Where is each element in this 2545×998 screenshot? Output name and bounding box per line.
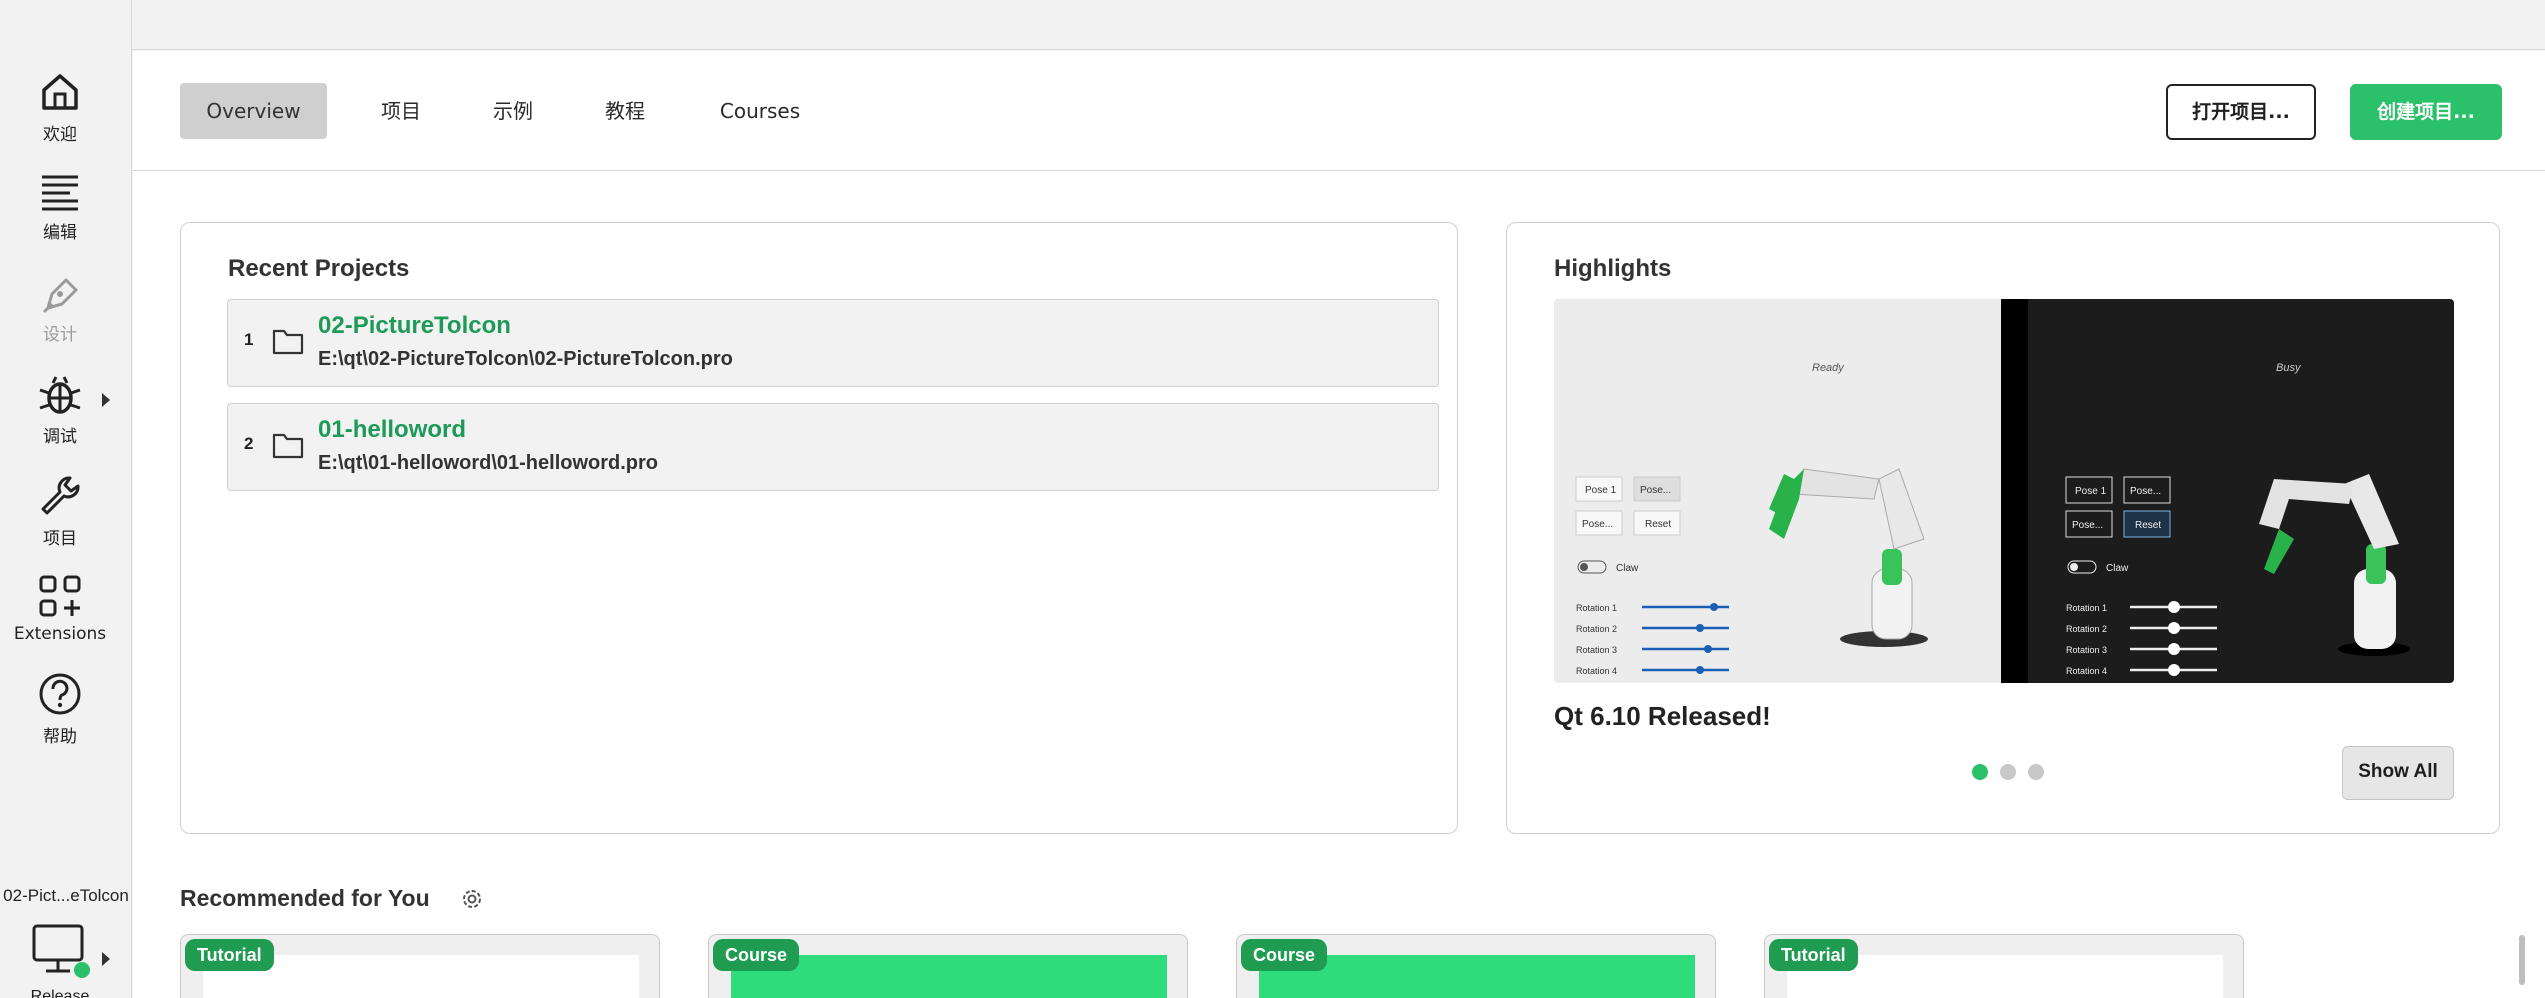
carousel-dot[interactable]	[1972, 764, 1988, 780]
svg-text:Rotation 1: Rotation 1	[2066, 603, 2107, 613]
svg-text:Pose...: Pose...	[2072, 520, 2103, 531]
run-config-label: Release	[30, 988, 90, 998]
sidebar-item-help[interactable]: 帮助	[0, 672, 120, 762]
edit-lines-icon	[42, 175, 78, 211]
highlights-title: Highlights	[1554, 255, 1672, 282]
sidebar-label: 项目	[43, 529, 77, 549]
tab-courses[interactable]: Courses	[705, 83, 815, 139]
sidebar-item-design[interactable]: 设计	[0, 274, 120, 364]
show-all-button[interactable]: Show All	[2342, 746, 2454, 800]
open-project-button[interactable]: 打开项目...	[2166, 84, 2316, 140]
sidebar-item-welcome[interactable]: 欢迎	[0, 70, 120, 160]
highlight-caption[interactable]: Qt 6.10 Released!	[1554, 701, 1771, 732]
run-config-arrow-icon[interactable]	[102, 952, 110, 966]
gear-icon[interactable]	[460, 887, 484, 911]
sidebar-label: 帮助	[43, 727, 77, 747]
highlight-image[interactable]: Ready Pose 1 Pose... Pose... Reset Claw	[1554, 299, 2454, 683]
project-index: 1	[244, 330, 254, 349]
recent-projects-panel: Recent Projects 1 02-PictureTolcon E:\qt…	[180, 222, 1458, 834]
svg-text:Pose...: Pose...	[1582, 519, 1613, 530]
sidebar-label: 设计	[43, 325, 77, 345]
tab-overview[interactable]: Overview	[180, 83, 327, 139]
project-name-link[interactable]: 02-PictureTolcon	[318, 312, 511, 340]
recent-projects-title: Recent Projects	[228, 255, 410, 282]
sidebar-item-debug[interactable]: 调试	[0, 374, 120, 464]
busy-label: Busy	[2276, 362, 2302, 374]
card-badge: Course	[713, 939, 800, 971]
vertical-scrollbar[interactable]	[2519, 935, 2525, 985]
recent-project-row[interactable]: 1 02-PictureTolcon E:\qt\02-PictureTolco…	[227, 299, 1439, 387]
recommended-title: Recommended for You	[180, 885, 430, 911]
bug-icon	[39, 376, 81, 414]
tab-examples[interactable]: 示例	[473, 83, 553, 139]
active-project-name[interactable]: 02-Pict...eTolcon	[0, 886, 132, 906]
run-config-selector[interactable]	[30, 922, 90, 982]
svg-text:Pose 1: Pose 1	[2075, 486, 2107, 497]
sidebar-item-edit[interactable]: 编辑	[0, 172, 120, 262]
tab-tutorials[interactable]: 教程	[585, 83, 665, 139]
svg-text:Reset: Reset	[1645, 519, 1671, 530]
highlights-panel: Highlights Ready Pose 1 Pose... Pose... …	[1506, 222, 2500, 834]
folder-icon	[272, 433, 304, 459]
project-name-link[interactable]: 01-helloword	[318, 416, 466, 444]
ready-label: Ready	[1812, 362, 1845, 374]
debug-submenu-arrow-icon[interactable]	[102, 393, 110, 407]
sidebar-label: 调试	[43, 427, 77, 447]
help-icon	[39, 673, 81, 715]
folder-icon	[272, 329, 304, 355]
project-path: E:\qt\02-PictureTolcon\02-PictureTolcon.…	[318, 348, 733, 370]
svg-text:Rotation 4: Rotation 4	[1576, 666, 1617, 676]
extensions-icon	[39, 575, 81, 617]
recommended-card[interactable]: Tutorial	[180, 934, 660, 998]
svg-text:Rotation 4: Rotation 4	[2066, 666, 2107, 676]
recommended-card[interactable]: Course	[708, 934, 1188, 998]
welcome-main: Overview 项目 示例 教程 Courses 打开项目... 创建项目..…	[133, 51, 2545, 998]
recent-project-row[interactable]: 2 01-helloword E:\qt\01-helloword\01-hel…	[227, 403, 1439, 491]
card-badge: Course	[1241, 939, 1328, 971]
card-badge: Tutorial	[1769, 939, 1858, 971]
create-project-button[interactable]: 创建项目...	[2350, 84, 2502, 140]
svg-text:Rotation 2: Rotation 2	[1576, 624, 1617, 634]
title-strip	[0, 0, 2545, 50]
project-path: E:\qt\01-helloword\01-helloword.pro	[318, 452, 659, 474]
recommended-card[interactable]: Tutorial	[1764, 934, 2244, 998]
svg-text:Pose...: Pose...	[2130, 486, 2161, 497]
carousel-dot[interactable]	[2028, 764, 2044, 780]
tab-projects[interactable]: 项目	[361, 83, 441, 139]
monitor-icon	[32, 924, 90, 978]
welcome-tabbar: Overview 项目 示例 教程 Courses 打开项目... 创建项目..…	[133, 51, 2545, 171]
carousel-dot[interactable]	[2000, 764, 2016, 780]
svg-text:Claw: Claw	[2106, 563, 2129, 574]
mode-sidebar: 欢迎 编辑 设计 调试 项目 Extensions 帮助 02-Pict...e…	[0, 0, 132, 998]
svg-text:Reset: Reset	[2135, 520, 2161, 531]
pen-icon	[42, 278, 78, 314]
sidebar-item-extensions[interactable]: Extensions	[0, 574, 120, 664]
svg-text:Pose 1: Pose 1	[1585, 485, 1617, 496]
wrench-icon	[41, 476, 80, 515]
recommended-card[interactable]: Course	[1236, 934, 1716, 998]
project-index: 2	[244, 434, 254, 453]
sidebar-label: Extensions	[13, 624, 107, 644]
svg-text:Claw: Claw	[1616, 563, 1639, 574]
svg-text:Pose...: Pose...	[1640, 485, 1671, 496]
svg-text:Rotation 3: Rotation 3	[2066, 645, 2107, 655]
sidebar-label: 编辑	[43, 223, 77, 243]
svg-text:Rotation 1: Rotation 1	[1576, 603, 1617, 613]
svg-text:Rotation 3: Rotation 3	[1576, 645, 1617, 655]
home-icon	[42, 74, 78, 110]
svg-text:Rotation 2: Rotation 2	[2066, 624, 2107, 634]
sidebar-item-projects[interactable]: 项目	[0, 474, 120, 564]
card-badge: Tutorial	[185, 939, 274, 971]
sidebar-label: 欢迎	[43, 125, 77, 145]
